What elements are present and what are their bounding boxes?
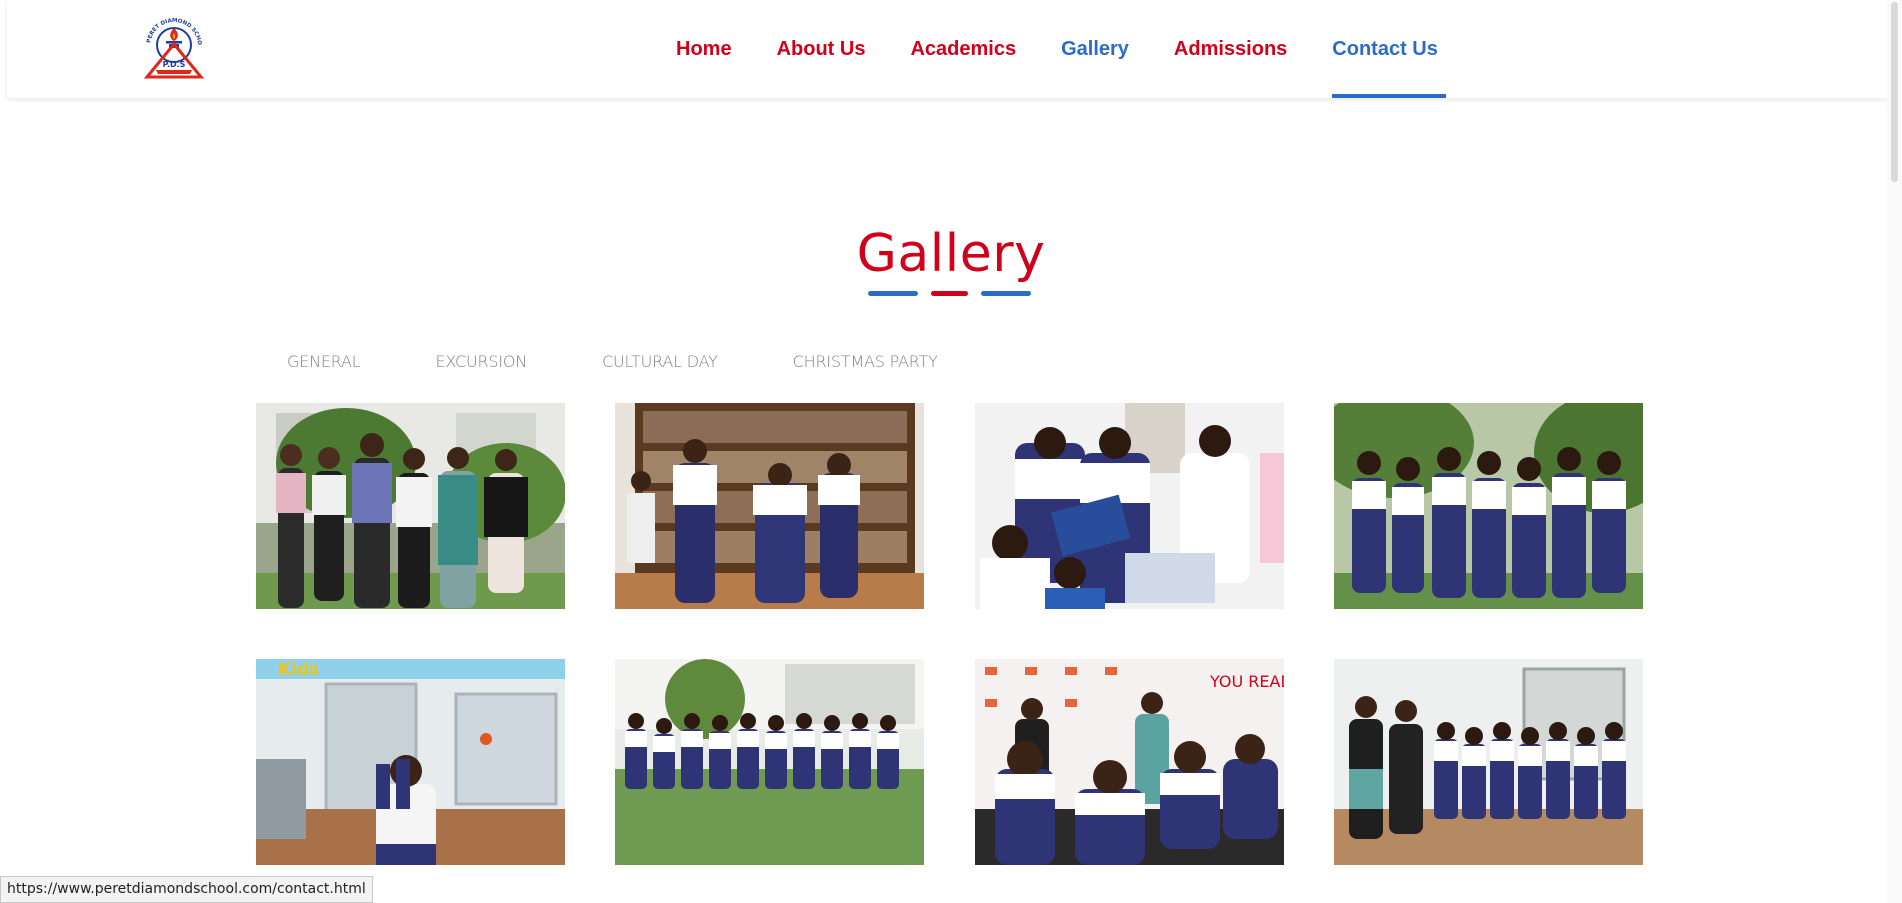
kids-banner-text: Kids <box>278 660 319 680</box>
status-bar-url: https://www.peretdiamondschool.com/conta… <box>0 876 373 903</box>
nav-contact-us[interactable]: Contact Us <box>1332 0 1446 98</box>
tab-general[interactable]: GENERAL <box>287 352 361 371</box>
page-scrollbar[interactable] <box>1887 0 1902 903</box>
gallery-title: Gallery <box>856 224 1046 284</box>
gallery-photo-reading[interactable] <box>975 403 1284 609</box>
gallery-photo-garden-group[interactable] <box>1334 403 1643 609</box>
gallery-photo-indoor-group[interactable] <box>1334 659 1643 865</box>
tab-cultural-day[interactable]: CULTURAL DAY <box>602 352 718 371</box>
nav-gallery[interactable]: Gallery <box>1061 0 1129 98</box>
main-nav: Home About Us Academics Gallery Admissio… <box>676 0 1483 98</box>
title-underline-right <box>981 291 1031 296</box>
school-logo[interactable]: PERET DIAMOND SCHOOL P.D.S <box>140 10 206 80</box>
gallery-photo-kids-room[interactable]: Kids <box>256 659 565 865</box>
logo-initials: P.D.S <box>163 60 186 69</box>
gallery-photo-staff-group[interactable] <box>256 403 565 609</box>
site-header: PERET DIAMOND SCHOOL P.D.S Home About Us… <box>7 0 1887 98</box>
nav-home[interactable]: Home <box>676 0 732 98</box>
nav-academics[interactable]: Academics <box>910 0 1016 98</box>
gallery-filter-tabs: GENERAL EXCURSION CULTURAL DAY CHRISTMAS… <box>287 352 1013 371</box>
nav-admissions[interactable]: Admissions <box>1174 0 1287 98</box>
tab-christmas-party[interactable]: CHRISTMAS PARTY <box>793 352 938 371</box>
title-underline-center <box>931 291 968 296</box>
nav-about-us[interactable]: About Us <box>777 0 866 98</box>
gallery-photo-you-read-event[interactable]: YOU READ <box>975 659 1284 865</box>
gallery-photo-lawn-group[interactable] <box>615 659 924 865</box>
scrollbar-thumb[interactable] <box>1891 2 1898 182</box>
you-read-banner-text: YOU READ <box>1209 672 1284 691</box>
gallery-photo-library[interactable] <box>615 403 924 609</box>
tab-excursion[interactable]: EXCURSION <box>436 352 528 371</box>
title-underline-left <box>868 291 918 296</box>
